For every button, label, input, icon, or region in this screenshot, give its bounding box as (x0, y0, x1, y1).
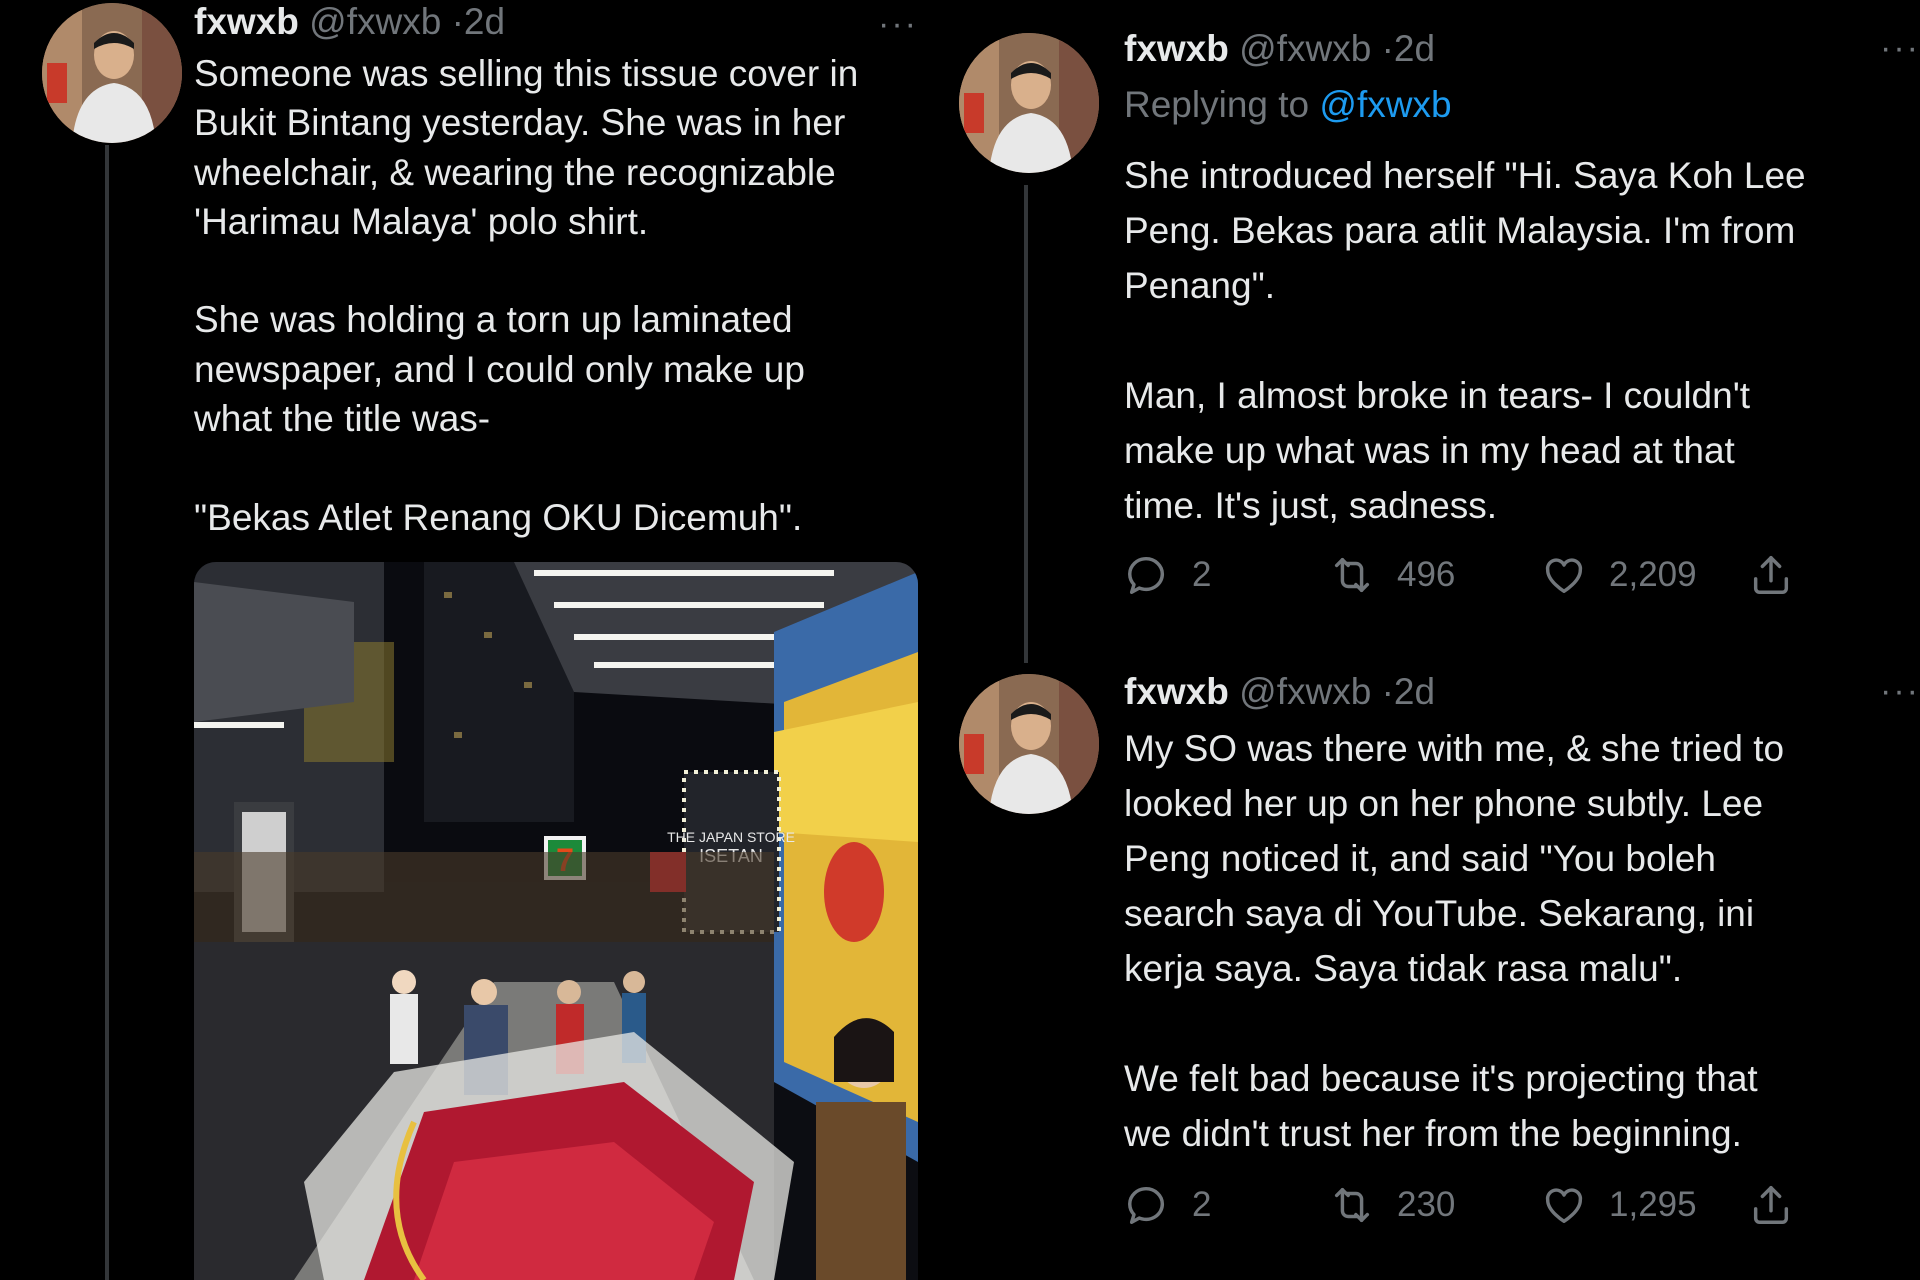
reply-icon (1124, 1182, 1170, 1228)
more-icon[interactable]: ··· (1880, 674, 1920, 708)
like-count: 2,209 (1609, 555, 1697, 594)
store-sign-sub: THE JAPAN STORE (667, 829, 795, 845)
tweet-header: fxwxb @fxwxb ·2d (1124, 25, 1435, 73)
timestamp[interactable]: 2d (464, 1, 505, 42)
retweet-icon (1329, 1182, 1375, 1228)
handle[interactable]: @fxwxb (309, 1, 441, 42)
like-count: 1,295 (1609, 1185, 1697, 1224)
reply-count: 2 (1192, 1185, 1212, 1224)
timestamp[interactable]: 2d (1394, 28, 1435, 69)
reply-icon (1124, 552, 1170, 598)
handle[interactable]: @fxwxb (1239, 28, 1371, 69)
like-button[interactable]: 2,209 (1541, 545, 1697, 605)
share-icon (1748, 552, 1794, 598)
retweet-button[interactable]: 496 (1329, 545, 1455, 605)
tweet-text: My SO was there with me, & she tried to … (1124, 728, 1785, 1154)
reply-count: 2 (1192, 555, 1212, 594)
thread-connector-right (1024, 185, 1028, 663)
timestamp[interactable]: 2d (1394, 671, 1435, 712)
retweet-count: 496 (1397, 555, 1456, 594)
tweet-text: Someone was selling this tissue cover in… (194, 53, 859, 538)
thread-connector-left (105, 145, 109, 1280)
display-name[interactable]: fxwxb (194, 1, 299, 42)
retweet-icon (1329, 552, 1375, 598)
reply-mention-link[interactable]: @fxwxb (1319, 84, 1451, 125)
replying-label: Replying to (1124, 84, 1310, 125)
share-button[interactable] (1748, 1175, 1794, 1235)
reply-button[interactable]: 2 (1124, 1175, 1211, 1235)
tweet-actions: 2 496 2,209 (1124, 545, 1804, 605)
share-button[interactable] (1748, 545, 1794, 605)
retweet-count: 230 (1397, 1185, 1456, 1224)
share-icon (1748, 1182, 1794, 1228)
retweet-button[interactable]: 230 (1329, 1175, 1455, 1235)
separator: · (1381, 671, 1394, 712)
avatar[interactable] (959, 674, 1099, 814)
replying-to: Replying to @fxwxb (1124, 81, 1452, 129)
more-icon[interactable]: ··· (1880, 31, 1920, 65)
tweet-header: fxwxb @fxwxb ·2d (194, 0, 505, 46)
tweet-actions: 2 230 1,295 (1124, 1175, 1804, 1235)
display-name[interactable]: fxwxb (1124, 671, 1229, 712)
separator: · (1381, 28, 1394, 69)
reply-button[interactable]: 2 (1124, 545, 1211, 605)
tweet-photo[interactable]: THE JAPAN STORE ISETAN 7 D (194, 562, 918, 1280)
avatar[interactable] (42, 3, 182, 143)
more-icon[interactable]: ··· (878, 7, 918, 41)
tweet-thread-screenshot: fxwxb @fxwxb ·2d ··· Someone was selling… (0, 0, 1920, 1280)
tweet-header: fxwxb @fxwxb ·2d (1124, 668, 1435, 716)
tweet-text: She introduced herself "Hi. Saya Koh Lee… (1124, 155, 1806, 526)
avatar[interactable] (959, 33, 1099, 173)
like-icon (1541, 552, 1587, 598)
like-icon (1541, 1182, 1587, 1228)
separator: · (451, 1, 464, 42)
like-button[interactable]: 1,295 (1541, 1175, 1697, 1235)
display-name[interactable]: fxwxb (1124, 28, 1229, 69)
handle[interactable]: @fxwxb (1239, 671, 1371, 712)
